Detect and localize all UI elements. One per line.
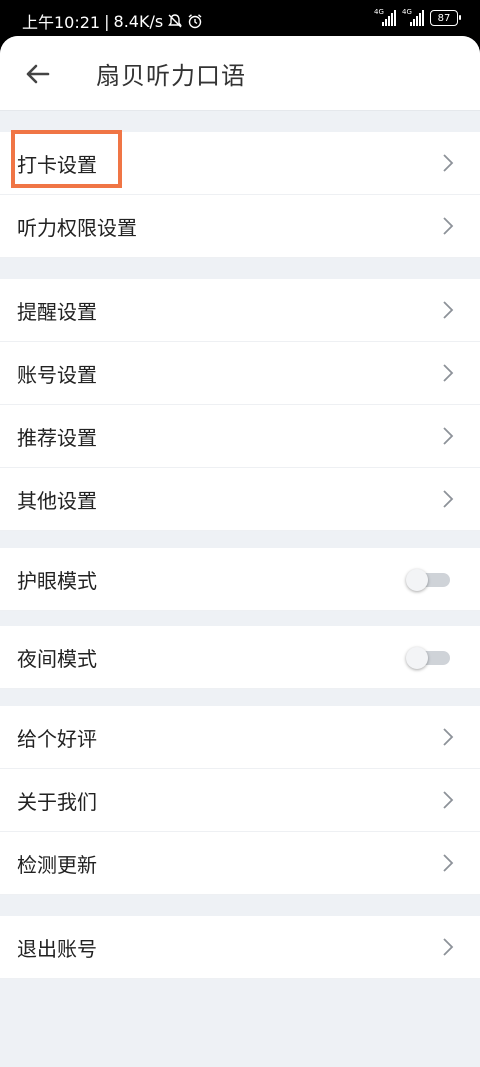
network-tag-2: 4G xyxy=(402,8,412,16)
row-label: 账号设置 xyxy=(17,363,97,387)
battery-icon: 87 xyxy=(430,10,461,26)
row-label: 提醒设置 xyxy=(17,300,97,324)
status-separator: | xyxy=(104,11,110,31)
row-reminder-settings[interactable]: 提醒设置 xyxy=(0,279,480,342)
page-title: 扇贝听力口语 xyxy=(96,62,246,90)
row-account-settings[interactable]: 账号设置 xyxy=(0,342,480,405)
status-bar: 上午10:21 | 8.4K/s 4G 4G 87 xyxy=(0,0,480,38)
row-label: 其他设置 xyxy=(17,489,97,513)
network-speed: 8.4K/s xyxy=(113,11,164,31)
settings-screen: 扇贝听力口语 打卡设置 听力权限设置 提醒设置 账号设置 推荐设置 其他设置 护… xyxy=(0,36,480,1067)
chevron-right-icon xyxy=(443,938,454,956)
row-label: 推荐设置 xyxy=(17,426,97,450)
chevron-right-icon xyxy=(443,217,454,235)
back-arrow-icon[interactable] xyxy=(22,58,54,90)
status-left: 上午10:21 | 8.4K/s xyxy=(22,9,203,33)
row-logout[interactable]: 退出账号 xyxy=(0,916,480,979)
row-night-mode: 夜间模式 xyxy=(0,626,480,689)
chevron-right-icon xyxy=(443,791,454,809)
network-tag: 4G xyxy=(374,8,384,16)
row-about-us[interactable]: 关于我们 xyxy=(0,769,480,832)
header: 扇贝听力口语 xyxy=(0,36,480,111)
chevron-right-icon xyxy=(443,854,454,872)
battery-level: 87 xyxy=(437,12,451,24)
chevron-right-icon xyxy=(443,728,454,746)
chevron-right-icon xyxy=(443,490,454,508)
row-label: 夜间模式 xyxy=(17,647,97,671)
eye-care-toggle[interactable] xyxy=(406,569,450,591)
row-label: 给个好评 xyxy=(17,727,97,751)
mute-icon xyxy=(168,14,183,28)
status-right: 4G 4G 87 xyxy=(374,8,461,26)
row-check-update[interactable]: 检测更新 xyxy=(0,832,480,895)
row-eye-care-mode: 护眼模式 xyxy=(0,548,480,611)
row-label: 听力权限设置 xyxy=(17,216,137,240)
night-mode-toggle[interactable] xyxy=(406,647,450,669)
chevron-right-icon xyxy=(443,364,454,382)
alarm-icon xyxy=(188,14,202,29)
highlight-box xyxy=(11,130,122,188)
row-listening-permission-settings[interactable]: 听力权限设置 xyxy=(0,195,480,258)
signal-icon: 4G xyxy=(374,8,396,26)
row-label: 护眼模式 xyxy=(17,569,97,593)
chevron-right-icon xyxy=(443,427,454,445)
row-label: 关于我们 xyxy=(17,790,97,814)
status-time: 上午10:21 xyxy=(22,13,101,32)
row-other-settings[interactable]: 其他设置 xyxy=(0,468,480,531)
signal-icon-2: 4G xyxy=(402,8,424,26)
row-label: 退出账号 xyxy=(17,937,97,961)
row-rate-us[interactable]: 给个好评 xyxy=(0,706,480,769)
chevron-right-icon xyxy=(443,154,454,172)
chevron-right-icon xyxy=(443,301,454,319)
row-recommend-settings[interactable]: 推荐设置 xyxy=(0,405,480,468)
row-label: 检测更新 xyxy=(17,853,97,877)
